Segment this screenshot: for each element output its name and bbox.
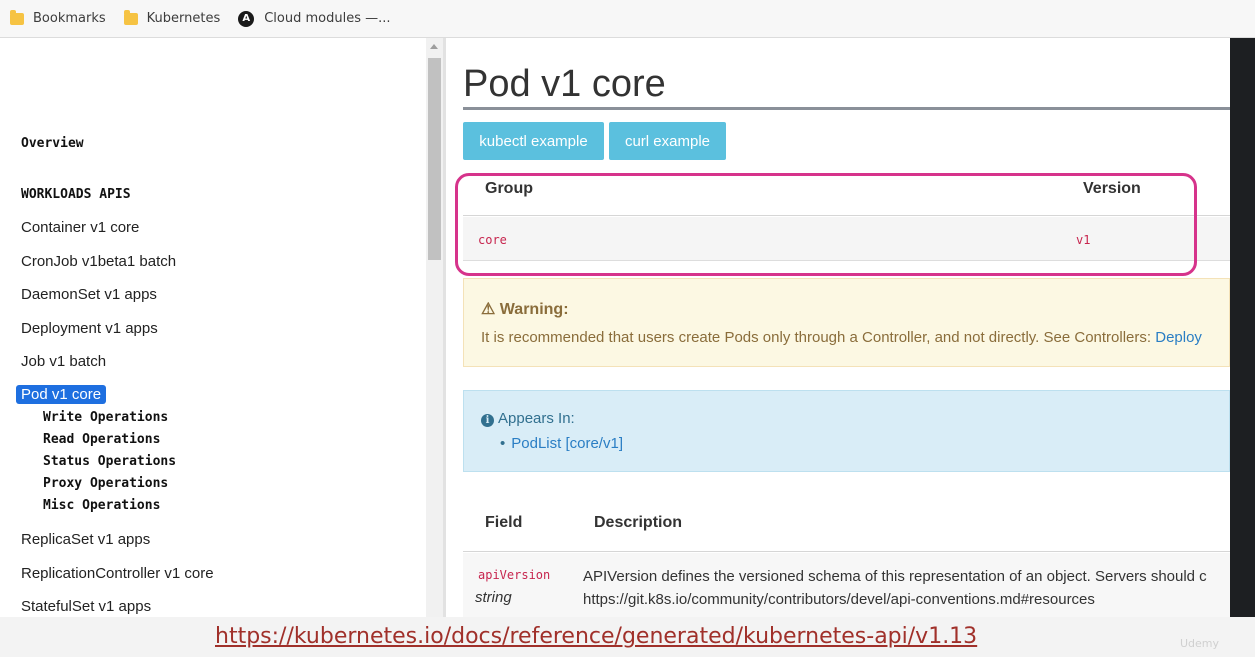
field-description-link[interactable]: https://git.k8s.io/community/contributor… [583, 588, 1207, 611]
sidebar-item-deployment[interactable]: Deployment v1 apps [21, 320, 158, 337]
kubectl-example-button[interactable]: kubectl example [463, 122, 604, 160]
warning-title: ⚠ Warning: [481, 299, 569, 319]
sidebar-nav: Overview WORKLOADS APIS Container v1 cor… [0, 38, 444, 657]
description-column-header: Description [594, 514, 683, 531]
podlist-link[interactable]: PodList [core/v1] [511, 435, 623, 452]
sidebar-subitem-status-operations[interactable]: Status Operations [43, 454, 176, 469]
sidebar-scrollbar[interactable] [426, 38, 443, 618]
warning-alert: ⚠ Warning: It is recommended that users … [463, 278, 1230, 367]
field-description: APIVersion defines the versioned schema … [583, 565, 1207, 611]
window-edge [1230, 38, 1255, 657]
info-icon: i [481, 414, 494, 427]
udemy-watermark: Udemy [1180, 637, 1220, 650]
sidebar-item-statefulset[interactable]: StatefulSet v1 apps [21, 598, 151, 615]
appears-in-list-item: • PodList [core/v1] [500, 435, 623, 452]
appears-in-panel: i Appears In: • PodList [core/v1] [463, 390, 1230, 472]
annotation-highlight-box [455, 173, 1197, 276]
bookmark-label: Bookmarks [33, 11, 106, 26]
bookmark-cloud-modules[interactable]: A Cloud modules —... [238, 10, 391, 27]
warning-text: It is recommended that users create Pods… [481, 329, 1202, 346]
scroll-up-arrow-icon[interactable] [430, 44, 438, 49]
sidebar-item-container[interactable]: Container v1 core [21, 219, 139, 236]
sidebar-subitem-read-operations[interactable]: Read Operations [43, 432, 160, 447]
bullet-icon: • [500, 435, 506, 452]
scrollbar-thumb[interactable] [428, 58, 441, 260]
sidebar-subitem-write-operations[interactable]: Write Operations [43, 410, 168, 425]
sidebar-subitem-misc-operations[interactable]: Misc Operations [43, 498, 160, 513]
sidebar-subitem-proxy-operations[interactable]: Proxy Operations [43, 476, 168, 491]
deployments-link[interactable]: Deploy [1155, 329, 1202, 346]
reference-url-link[interactable]: https://kubernetes.io/docs/reference/gen… [215, 624, 977, 649]
url-caption-bar: https://kubernetes.io/docs/reference/gen… [0, 617, 1255, 657]
bookmark-label: Kubernetes [146, 11, 221, 26]
page-title: Pod v1 core [463, 63, 666, 105]
appears-in-label: Appears In: [498, 410, 575, 427]
warning-icon: ⚠ [481, 301, 496, 318]
appears-in-title: i Appears In: [481, 410, 575, 427]
sidebar-item-daemonset[interactable]: DaemonSet v1 apps [21, 286, 157, 303]
sidebar-section-heading: WORKLOADS APIS [21, 187, 131, 202]
table-row: apiVersion string APIVersion defines the… [463, 553, 1230, 619]
warning-title-text: Warning: [499, 301, 569, 318]
sidebar-overview-link[interactable]: Overview [21, 136, 84, 151]
bookmark-label: Cloud modules —... [264, 11, 391, 26]
field-column-header: Field [485, 514, 523, 531]
bookmarks-bar: Bookmarks Kubernetes A Cloud modules —..… [0, 0, 1255, 38]
sidebar-item-replicaset[interactable]: ReplicaSet v1 apps [21, 531, 150, 548]
sidebar-item-job[interactable]: Job v1 batch [21, 353, 106, 370]
folder-icon [10, 9, 24, 25]
field-type: string [475, 589, 512, 606]
field-description-line: APIVersion defines the versioned schema … [583, 568, 1207, 585]
sidebar-item-cronjob[interactable]: CronJob v1beta1 batch [21, 253, 176, 270]
sidebar-item-pod-active[interactable]: Pod v1 core [16, 385, 107, 404]
warning-body: It is recommended that users create Pods… [481, 329, 1156, 346]
ansible-icon: A [238, 10, 255, 27]
bookmark-bookmarks[interactable]: Bookmarks [10, 9, 106, 26]
field-name: apiVersion [478, 568, 551, 582]
curl-example-button[interactable]: curl example [609, 122, 726, 160]
main-content: Pod v1 core kubectl example curl example… [446, 38, 1230, 657]
title-underline [463, 107, 1230, 110]
folder-icon [123, 9, 138, 25]
sidebar-item-replicationcontroller[interactable]: ReplicationController v1 core [21, 565, 214, 582]
bookmark-kubernetes[interactable]: Kubernetes [123, 9, 221, 26]
fields-table-header: Field Description [463, 510, 1230, 552]
